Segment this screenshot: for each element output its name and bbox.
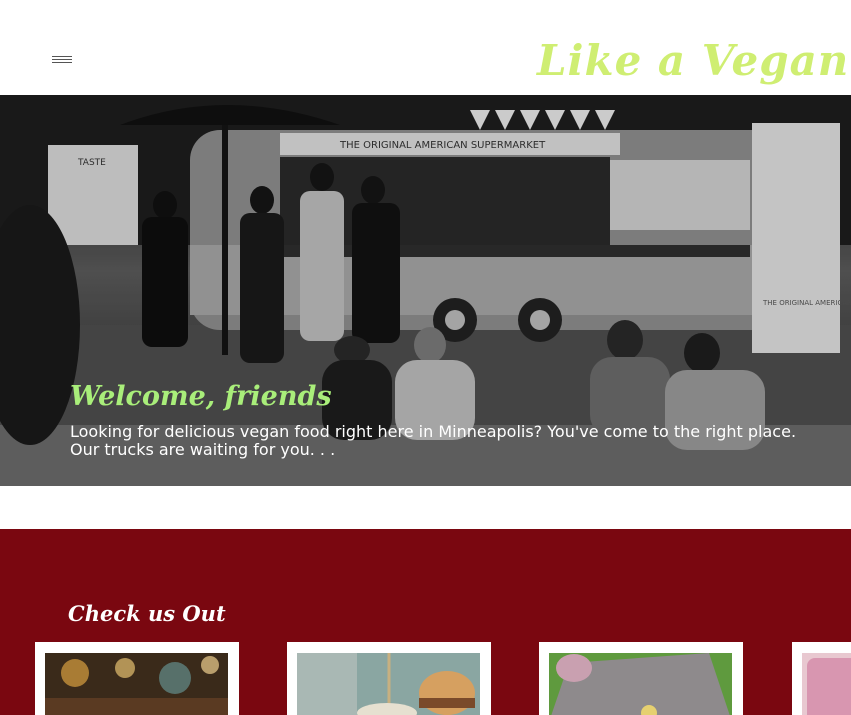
gallery-card[interactable] — [539, 642, 743, 715]
site-logo[interactable]: Like a Vegan — [537, 30, 848, 92]
hamburger-menu-icon[interactable] — [52, 54, 74, 66]
hero-title: Welcome, friends — [70, 381, 332, 413]
hero-section: THE ORIGINAL AMERICAN SUPERMARKET TASTE … — [0, 95, 851, 486]
site-header: Like a Vegan — [0, 0, 851, 95]
menu-line — [52, 56, 72, 57]
gallery-card[interactable] — [792, 642, 851, 715]
burger-on-skewer-photo — [297, 653, 480, 715]
check-us-out-section: Check us Out — [0, 529, 851, 715]
hero-description: Looking for delicious vegan food right h… — [70, 422, 797, 459]
blurred-market-lights-photo — [45, 653, 228, 715]
pink-smoothie-photo — [802, 653, 851, 715]
section-title: Check us Out — [68, 601, 226, 627]
gallery-card[interactable] — [35, 642, 239, 715]
picnic-blanket-photo — [549, 653, 732, 715]
gallery-card[interactable] — [287, 642, 491, 715]
menu-line — [52, 59, 72, 60]
menu-line — [52, 62, 72, 63]
